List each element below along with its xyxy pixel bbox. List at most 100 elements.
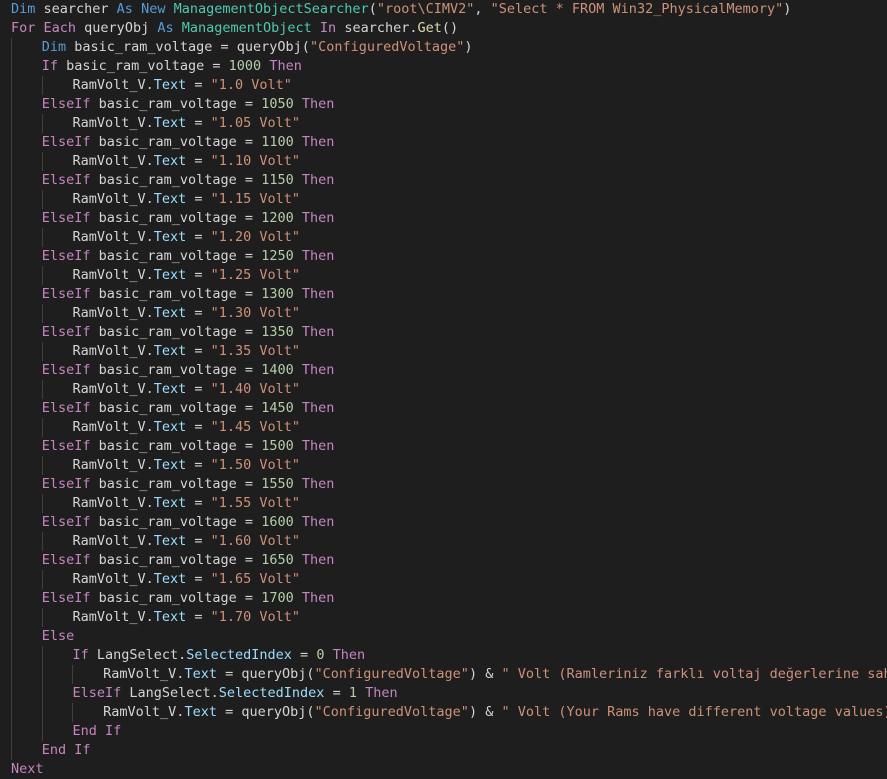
code-token: = bbox=[186, 571, 211, 587]
code-token: Then bbox=[301, 514, 335, 530]
code-line[interactable]: RamVolt_V.Text = "1.35 Volt" bbox=[11, 342, 887, 361]
indent-guide bbox=[11, 171, 12, 190]
code-token: = bbox=[186, 153, 211, 169]
code-token: 1300 bbox=[261, 286, 294, 302]
code-token: ElseIf bbox=[41, 286, 91, 302]
code-line[interactable]: ElseIf basic_ram_voltage = 1250 Then bbox=[11, 247, 887, 266]
code-line[interactable]: Dim basic_ram_voltage = queryObj("Config… bbox=[11, 38, 887, 57]
indent-guide bbox=[41, 646, 43, 665]
code-token: Then bbox=[365, 685, 398, 701]
code-token: Text bbox=[153, 305, 187, 321]
code-line[interactable]: End If bbox=[11, 741, 887, 760]
code-line[interactable]: RamVolt_V.Text = "1.65 Volt" bbox=[11, 570, 887, 589]
indent-guide bbox=[11, 570, 12, 589]
code-token: basic_ram_voltage = bbox=[90, 362, 262, 378]
code-line[interactable]: RamVolt_V.Text = "1.20 Volt" bbox=[11, 228, 887, 247]
code-token: "1.40 Volt" bbox=[210, 381, 301, 397]
code-line[interactable]: ElseIf basic_ram_voltage = 1650 Then bbox=[11, 551, 887, 570]
code-token: RamVolt_V. bbox=[72, 495, 154, 511]
code-token: " Volt (Your Rams have different voltage… bbox=[501, 704, 887, 720]
code-token: = bbox=[291, 647, 317, 663]
code-line[interactable]: RamVolt_V.Text = "1.60 Volt" bbox=[11, 532, 887, 551]
code-line[interactable]: RamVolt_V.Text = queryObj("ConfiguredVol… bbox=[11, 703, 887, 722]
code-line[interactable]: ElseIf basic_ram_voltage = 1500 Then bbox=[11, 437, 887, 456]
code-line[interactable]: RamVolt_V.Text = queryObj("ConfiguredVol… bbox=[11, 665, 887, 684]
code-token: "1.65 Volt" bbox=[210, 571, 301, 587]
code-line[interactable]: ElseIf basic_ram_voltage = 1550 Then bbox=[11, 475, 887, 494]
code-line[interactable]: RamVolt_V.Text = "1.05 Volt" bbox=[11, 114, 887, 133]
code-token: Text bbox=[153, 533, 187, 549]
code-line[interactable]: ElseIf basic_ram_voltage = 1200 Then bbox=[11, 209, 887, 228]
code-token: LangSelect. bbox=[88, 647, 187, 663]
indent-guide bbox=[41, 703, 43, 722]
code-line[interactable]: Next bbox=[11, 760, 887, 779]
code-line[interactable]: End If bbox=[11, 722, 887, 741]
code-token: Then bbox=[301, 286, 335, 302]
code-line[interactable]: RamVolt_V.Text = "1.25 Volt" bbox=[11, 266, 887, 285]
code-token: = bbox=[186, 419, 211, 435]
code-line[interactable]: ElseIf basic_ram_voltage = 1050 Then bbox=[11, 95, 887, 114]
code-line[interactable]: RamVolt_V.Text = "1.45 Volt" bbox=[11, 418, 887, 437]
code-token: RamVolt_V. bbox=[72, 343, 154, 359]
code-line[interactable]: RamVolt_V.Text = "1.15 Volt" bbox=[11, 190, 887, 209]
code-token: Then bbox=[269, 58, 302, 74]
code-editor[interactable]: Dim searcher As New ManagementObjectSear… bbox=[0, 0, 887, 777]
code-line[interactable]: RamVolt_V.Text = "1.70 Volt" bbox=[11, 608, 887, 627]
indent-guide bbox=[41, 266, 43, 285]
code-token: Text bbox=[153, 495, 187, 511]
code-line[interactable]: If LangSelect.SelectedIndex = 0 Then bbox=[11, 646, 887, 665]
code-line[interactable]: ElseIf basic_ram_voltage = 1350 Then bbox=[11, 323, 887, 342]
code-line[interactable]: ElseIf basic_ram_voltage = 1150 Then bbox=[11, 171, 887, 190]
code-line[interactable]: RamVolt_V.Text = "1.10 Volt" bbox=[11, 152, 887, 171]
code-line[interactable]: Dim searcher As New ManagementObjectSear… bbox=[11, 0, 887, 19]
indent-guide bbox=[41, 608, 43, 627]
code-line[interactable]: Else bbox=[11, 627, 887, 646]
code-token: () bbox=[441, 20, 459, 36]
code-line[interactable]: ElseIf basic_ram_voltage = 1600 Then bbox=[11, 513, 887, 532]
code-token: 1650 bbox=[261, 552, 294, 568]
code-line[interactable]: RamVolt_V.Text = "1.50 Volt" bbox=[11, 456, 887, 475]
indent-guide bbox=[11, 532, 12, 551]
code-line[interactable]: ElseIf LangSelect.SelectedIndex = 1 Then bbox=[11, 684, 887, 703]
code-token: basic_ram_voltage = bbox=[90, 210, 262, 226]
code-token: Then bbox=[301, 96, 335, 112]
code-token: ElseIf bbox=[41, 324, 91, 340]
code-token: ElseIf bbox=[72, 685, 122, 701]
indent-guide bbox=[11, 741, 12, 760]
code-line[interactable]: ElseIf basic_ram_voltage = 1300 Then bbox=[11, 285, 887, 304]
code-token: "1.10 Volt" bbox=[210, 153, 301, 169]
code-token: ) & bbox=[468, 666, 502, 682]
indent-guide bbox=[41, 665, 43, 684]
code-line[interactable]: RamVolt_V.Text = "1.0 Volt" bbox=[11, 76, 887, 95]
code-token: ManagementObjectSearcher bbox=[173, 1, 369, 17]
code-token: "1.60 Volt" bbox=[210, 533, 301, 549]
code-lines[interactable]: Dim searcher As New ManagementObjectSear… bbox=[11, 0, 887, 779]
code-token: , bbox=[474, 1, 491, 17]
code-token: ElseIf bbox=[41, 362, 91, 378]
code-line[interactable]: For Each queryObj As ManagementObject In… bbox=[11, 19, 887, 38]
code-line[interactable]: ElseIf basic_ram_voltage = 1100 Then bbox=[11, 133, 887, 152]
code-token: RamVolt_V. bbox=[72, 419, 154, 435]
code-line[interactable]: If basic_ram_voltage = 1000 Then bbox=[11, 57, 887, 76]
indent-guide bbox=[11, 190, 12, 209]
code-token: If bbox=[41, 58, 58, 74]
code-line[interactable]: RamVolt_V.Text = "1.30 Volt" bbox=[11, 304, 887, 323]
code-line[interactable]: RamVolt_V.Text = "1.40 Volt" bbox=[11, 380, 887, 399]
indent-guide bbox=[11, 266, 12, 285]
code-token: Dim bbox=[11, 1, 36, 17]
code-line[interactable]: ElseIf basic_ram_voltage = 1450 Then bbox=[11, 399, 887, 418]
code-token: ElseIf bbox=[41, 476, 91, 492]
code-token: ElseIf bbox=[41, 514, 91, 530]
code-token: "root\CIMV2" bbox=[376, 1, 475, 17]
code-line[interactable]: ElseIf basic_ram_voltage = 1400 Then bbox=[11, 361, 887, 380]
code-line[interactable]: RamVolt_V.Text = "1.55 Volt" bbox=[11, 494, 887, 513]
code-line[interactable]: ElseIf basic_ram_voltage = 1700 Then bbox=[11, 589, 887, 608]
